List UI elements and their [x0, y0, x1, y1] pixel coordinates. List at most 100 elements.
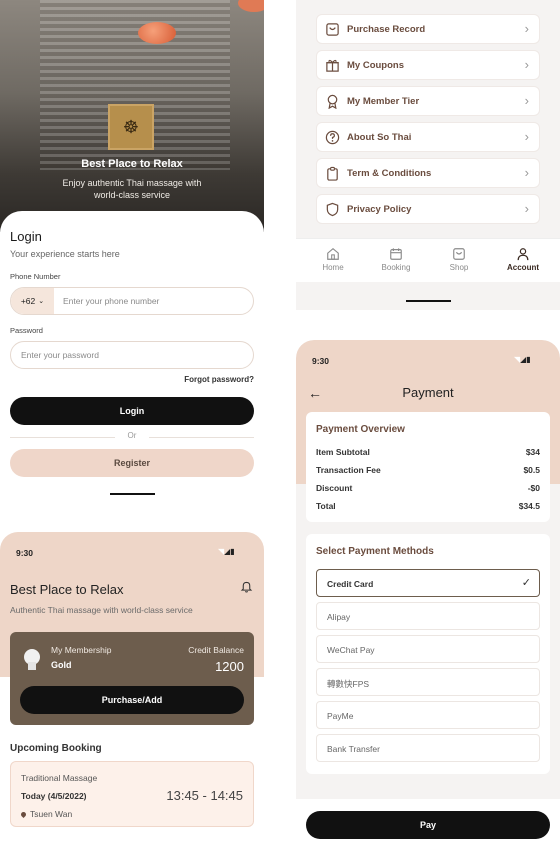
- methods-title: Select Payment Methods: [316, 546, 434, 557]
- menu-item-label: My Coupons: [347, 60, 404, 71]
- menu-item-about[interactable]: About So Thai ›: [316, 122, 540, 152]
- phone-placeholder: Enter your phone number: [63, 296, 160, 306]
- chevron-right-icon: ›: [524, 201, 529, 216]
- overview-title: Payment Overview: [316, 424, 405, 435]
- tab-account[interactable]: Account: [498, 247, 548, 272]
- login-button[interactable]: Login: [10, 397, 254, 425]
- membership-label: My Membership: [51, 645, 112, 655]
- phone-field[interactable]: +62 ⌄ Enter your phone number: [10, 287, 254, 315]
- booking-card[interactable]: Traditional Massage Today (4/5/2022) 13:…: [10, 761, 254, 827]
- hero-subtitle: Enjoy authentic Thai massage with world-…: [62, 178, 202, 200]
- status-icons: ◥◢▮: [218, 547, 235, 556]
- payment-overview-card: Payment Overview Item Subtotal $34 Transa…: [306, 412, 550, 522]
- tab-label: Booking: [381, 263, 411, 272]
- menu-item-label: My Member Tier: [347, 96, 420, 107]
- row-value: -$0: [527, 483, 540, 493]
- row-label: Discount: [316, 483, 353, 493]
- method-fps[interactable]: 轉數快FPS: [316, 668, 540, 696]
- brand-logo: ☸: [108, 104, 154, 150]
- user-icon: [517, 248, 529, 261]
- method-payme[interactable]: PayMe: [316, 701, 540, 729]
- row-value: $34: [525, 447, 540, 457]
- lantern-lamp-right: [238, 0, 264, 12]
- password-field[interactable]: Enter your password: [10, 341, 254, 369]
- pay-button[interactable]: Pay: [306, 811, 550, 839]
- login-card: Login Your experience starts here Phone …: [0, 211, 264, 500]
- ribbon-icon: [327, 94, 338, 109]
- method-alipay[interactable]: Alipay: [316, 602, 540, 630]
- tab-label: Account: [507, 263, 539, 272]
- tab-booking[interactable]: Booking: [371, 247, 421, 272]
- home-icon: [327, 248, 339, 260]
- forgot-password-link[interactable]: Forgot password?: [184, 375, 254, 384]
- divider-line: [149, 437, 254, 438]
- status-icons: ◥◢▮: [514, 355, 531, 364]
- chevron-right-icon: ›: [524, 129, 529, 144]
- chevron-right-icon: ›: [524, 21, 529, 36]
- clipboard-icon: [327, 166, 338, 181]
- row-label: Transaction Fee: [316, 465, 381, 475]
- booking-time: 13:45 - 14:45: [166, 788, 243, 803]
- overview-row-subtotal: Item Subtotal $34: [316, 447, 540, 457]
- booking-service: Traditional Massage: [21, 773, 98, 783]
- method-label: Alipay: [327, 612, 351, 622]
- chevron-right-icon: ›: [524, 57, 529, 72]
- purchase-add-button[interactable]: Purchase/Add: [20, 686, 244, 714]
- method-bank-transfer[interactable]: Bank Transfer: [316, 734, 540, 762]
- register-button[interactable]: Register: [10, 449, 254, 477]
- method-label: Credit Card: [327, 579, 374, 589]
- password-label: Password: [10, 326, 43, 335]
- battery-icon: ▮: [526, 355, 531, 364]
- payment-footer: Pay: [296, 799, 560, 842]
- gift-icon: [326, 59, 339, 72]
- upcoming-booking-title: Upcoming Booking: [10, 743, 102, 754]
- row-value: $0.5: [523, 465, 540, 475]
- chevron-right-icon: ›: [524, 165, 529, 180]
- medal-ribbon: [28, 662, 36, 670]
- credit-balance-value: 1200: [215, 659, 244, 674]
- payment-screen: 9:30 ◥◢▮ ← Payment Payment Overview Item…: [296, 340, 560, 842]
- row-label: Item Subtotal: [316, 447, 370, 457]
- shield-icon: [326, 202, 339, 217]
- menu-item-purchase-record[interactable]: Purchase Record ›: [316, 14, 540, 44]
- method-credit-card[interactable]: Credit Card ✓: [316, 569, 540, 597]
- overview-row-fee: Transaction Fee $0.5: [316, 465, 540, 475]
- booking-date: Today (4/5/2022): [21, 791, 87, 801]
- country-code-select[interactable]: +62 ⌄: [11, 288, 54, 314]
- menu-item-my-coupons[interactable]: My Coupons ›: [316, 50, 540, 80]
- tab-label: Shop: [449, 263, 469, 272]
- checkmark-icon: ✓: [521, 577, 531, 589]
- bag-icon: [326, 23, 339, 36]
- home-indicator: [110, 493, 155, 495]
- question-icon: [325, 130, 340, 145]
- membership-tier: Gold: [51, 660, 72, 670]
- hero-image: ☸ Best Place to Relax Enjoy authentic Th…: [0, 0, 264, 232]
- booking-location-text: Tsuen Wan: [30, 809, 73, 819]
- menu-item-privacy[interactable]: Privacy Policy ›: [316, 194, 540, 224]
- bottom-tab-bar: Home Booking Shop Account: [296, 238, 560, 282]
- home-title: Best Place to Relax: [10, 582, 124, 597]
- overview-row-discount: Discount -$0: [316, 483, 540, 493]
- status-time: 9:30: [312, 356, 330, 366]
- method-label: Bank Transfer: [327, 744, 380, 754]
- overview-row-total: Total $34.5: [316, 501, 540, 511]
- home-subtitle: Authentic Thai massage with world-class …: [10, 605, 193, 615]
- row-value: $34.5: [518, 501, 540, 511]
- bell-icon[interactable]: [240, 580, 253, 593]
- tab-label: Home: [322, 263, 344, 272]
- tab-shop[interactable]: Shop: [434, 247, 484, 272]
- tab-home[interactable]: Home: [308, 247, 358, 272]
- payment-methods-card: Select Payment Methods Credit Card ✓ Ali…: [306, 534, 550, 774]
- menu-item-member-tier[interactable]: My Member Tier ›: [316, 86, 540, 116]
- home-indicator: [406, 300, 451, 302]
- menu-item-terms[interactable]: Term & Conditions ›: [316, 158, 540, 188]
- menu-item-label: Term & Conditions: [347, 168, 432, 179]
- payment-title: Payment: [402, 385, 454, 400]
- menu-item-label: Purchase Record: [347, 24, 426, 35]
- chevron-right-icon: ›: [524, 93, 529, 108]
- method-wechat-pay[interactable]: WeChat Pay: [316, 635, 540, 663]
- chevron-down-icon: ⌄: [38, 298, 45, 305]
- booking-location: Tsuen Wan: [19, 809, 73, 819]
- password-placeholder: Enter your password: [21, 350, 99, 360]
- or-divider: Or: [10, 431, 254, 443]
